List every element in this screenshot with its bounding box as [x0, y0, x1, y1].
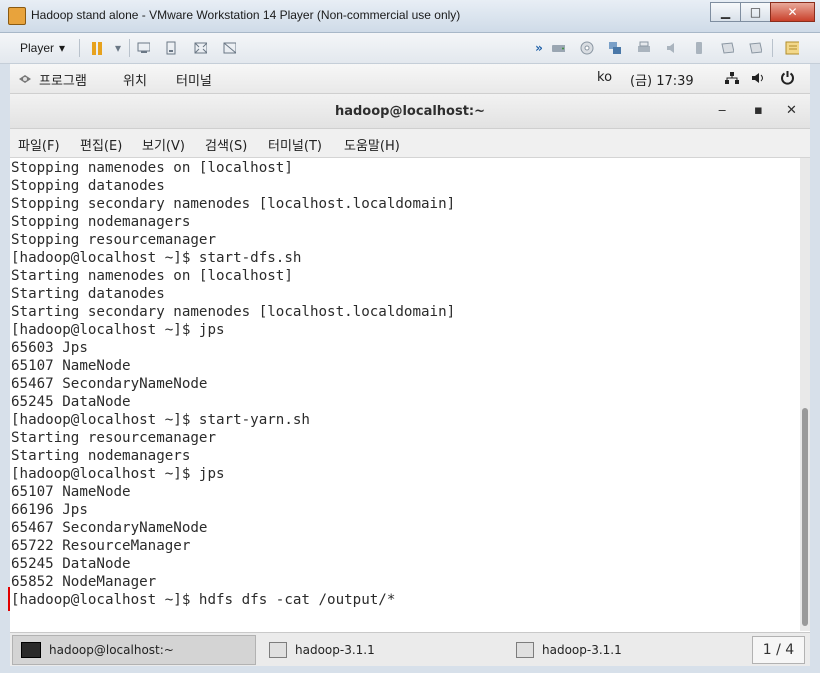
terminal-line: Stopping resourcemanager	[11, 232, 216, 248]
scrollbar-thumb[interactable]	[802, 408, 808, 626]
taskbar-item-folder[interactable]: hadoop-3.1.1	[508, 635, 748, 665]
applications-icon	[18, 72, 32, 89]
terminal-line: [hadoop@localhost ~]$ start-dfs.sh	[11, 250, 302, 266]
network-icon[interactable]	[724, 71, 740, 89]
gnome-taskbar: hadoop@localhost:~ hadoop-3.1.1 hadoop-3…	[10, 632, 810, 667]
more-devices-icon[interactable]: »	[532, 41, 546, 55]
removable-devices-icon[interactable]	[164, 41, 178, 55]
terminal-line: 65107 NameNode	[11, 358, 131, 374]
terminal-line: Stopping secondary namenodes [localhost.…	[11, 196, 456, 212]
applications-menu[interactable]: 프로그램	[39, 70, 87, 89]
terminal-line: Starting secondary namenodes [localhost.…	[11, 304, 456, 320]
chevron-down-icon: ▾	[59, 41, 66, 55]
terminal-close-button[interactable]: ✕	[786, 103, 797, 118]
file-manager-icon	[269, 642, 287, 658]
terminal-line: 65467 SecondaryNameNode	[11, 376, 208, 392]
vm-frame-right	[810, 64, 820, 673]
usb-device-icon[interactable]	[720, 41, 734, 55]
terminal-line: 65852 NodeManager	[11, 574, 157, 590]
terminal-scrollbar[interactable]	[800, 158, 810, 631]
usb-device-icon[interactable]	[748, 41, 762, 55]
hard-disk-icon[interactable]	[551, 41, 565, 55]
menu-help[interactable]: 도움말(H)	[344, 135, 400, 154]
menu-search[interactable]: 검색(S)	[205, 135, 247, 154]
power-icon[interactable]	[780, 70, 795, 89]
terminal-line: 65245 DataNode	[11, 394, 131, 410]
toolbar-divider	[79, 39, 80, 57]
pause-icon[interactable]	[90, 41, 104, 55]
fit-guest-icon[interactable]	[193, 41, 207, 55]
terminal-line: 65722 ResourceManager	[11, 538, 191, 554]
terminal-menu-bar: 파일(F) 편집(E) 보기(V) 검색(S) 터미널(T) 도움말(H)	[10, 129, 810, 158]
terminal-output[interactable]: Stopping namenodes on [localhost] Stoppi…	[10, 158, 800, 631]
taskbar-item-label: hadoop@localhost:~	[49, 643, 174, 657]
vm-frame-left	[0, 64, 10, 673]
taskbar-item-folder[interactable]: hadoop-3.1.1	[261, 635, 501, 665]
toolbar-divider	[772, 39, 773, 57]
terminal-maximize-button[interactable]: ▪	[754, 103, 763, 118]
vmware-window-title: Hadoop stand alone - VMware Workstation …	[31, 8, 461, 22]
sound-card-icon[interactable]	[664, 41, 678, 55]
terminal-title-bar: hadoop@localhost:~ ‒ ▪ ✕	[10, 94, 810, 129]
minimize-button[interactable]: ▁	[710, 2, 741, 22]
vmware-app-icon	[8, 7, 26, 25]
clock[interactable]: (금) 17:39	[630, 70, 694, 89]
vmware-toolbar: Player ▾ ▾ »	[0, 33, 820, 64]
workspace-pager[interactable]: 1 / 4	[752, 636, 805, 664]
network-adapter-icon[interactable]	[607, 41, 621, 55]
cd-dvd-icon[interactable]	[580, 41, 594, 55]
terminal-line: Starting nodemanagers	[11, 448, 191, 464]
unity-mode-icon[interactable]	[222, 41, 236, 55]
toolbar-divider	[129, 39, 130, 57]
terminal-line: [hadoop@localhost ~]$ start-yarn.sh	[11, 412, 310, 428]
terminal-app-menu[interactable]: 터미널	[176, 70, 212, 89]
file-manager-icon	[516, 642, 534, 658]
taskbar-item-label: hadoop-3.1.1	[295, 643, 375, 657]
player-menu-button[interactable]: Player ▾	[14, 39, 71, 57]
terminal-line: Starting datanodes	[11, 286, 165, 302]
terminal-line: 65603 Jps	[11, 340, 88, 356]
terminal-line: 66196 Jps	[11, 502, 88, 518]
chevron-down-icon[interactable]: ▾	[111, 41, 125, 55]
taskbar-item-terminal[interactable]: hadoop@localhost:~	[12, 635, 256, 665]
terminal-minimize-button[interactable]: ‒	[718, 103, 726, 118]
player-label: Player	[20, 41, 55, 55]
vm-frame-bottom	[0, 666, 820, 673]
send-ctrl-alt-del-icon[interactable]	[136, 41, 150, 55]
close-button[interactable]: ✕	[770, 2, 815, 22]
terminal-line: [hadoop@localhost ~]$ jps	[11, 466, 225, 482]
menu-file[interactable]: 파일(F)	[18, 135, 60, 154]
terminal-icon	[21, 642, 41, 658]
input-method-indicator[interactable]: ko	[597, 70, 612, 85]
gnome-top-bar: 프로그램 위치 터미널 ko (금) 17:39	[10, 64, 810, 94]
terminal-line: 65467 SecondaryNameNode	[11, 520, 208, 536]
taskbar-item-label: hadoop-3.1.1	[542, 643, 622, 657]
terminal-command-line: [hadoop@localhost ~]$ hdfs dfs -cat /out…	[11, 592, 396, 608]
menu-edit[interactable]: 편집(E)	[80, 135, 122, 154]
window-controls: ▁ □ ✕	[710, 2, 815, 22]
terminal-line: [hadoop@localhost ~]$ jps	[11, 322, 225, 338]
terminal-line: 65245 DataNode	[11, 556, 131, 572]
terminal-window-title: hadoop@localhost:~	[334, 104, 486, 119]
terminal-line: Stopping nodemanagers	[11, 214, 191, 230]
terminal-line: Stopping datanodes	[11, 178, 165, 194]
message-log-icon[interactable]	[785, 41, 799, 55]
places-menu[interactable]: 위치	[123, 70, 147, 89]
terminal-line: Stopping namenodes on [localhost]	[11, 160, 293, 176]
terminal-line: Starting resourcemanager	[11, 430, 216, 446]
volume-icon[interactable]	[751, 71, 767, 89]
terminal-line: 65107 NameNode	[11, 484, 131, 500]
menu-view[interactable]: 보기(V)	[142, 135, 185, 154]
vmware-title-bar: Hadoop stand alone - VMware Workstation …	[0, 0, 820, 33]
printer-icon[interactable]	[636, 41, 650, 55]
menu-terminal[interactable]: 터미널(T)	[268, 135, 322, 154]
maximize-button[interactable]: □	[740, 2, 771, 22]
terminal-line: Starting namenodes on [localhost]	[11, 268, 293, 284]
usb-device-icon[interactable]	[692, 41, 706, 55]
